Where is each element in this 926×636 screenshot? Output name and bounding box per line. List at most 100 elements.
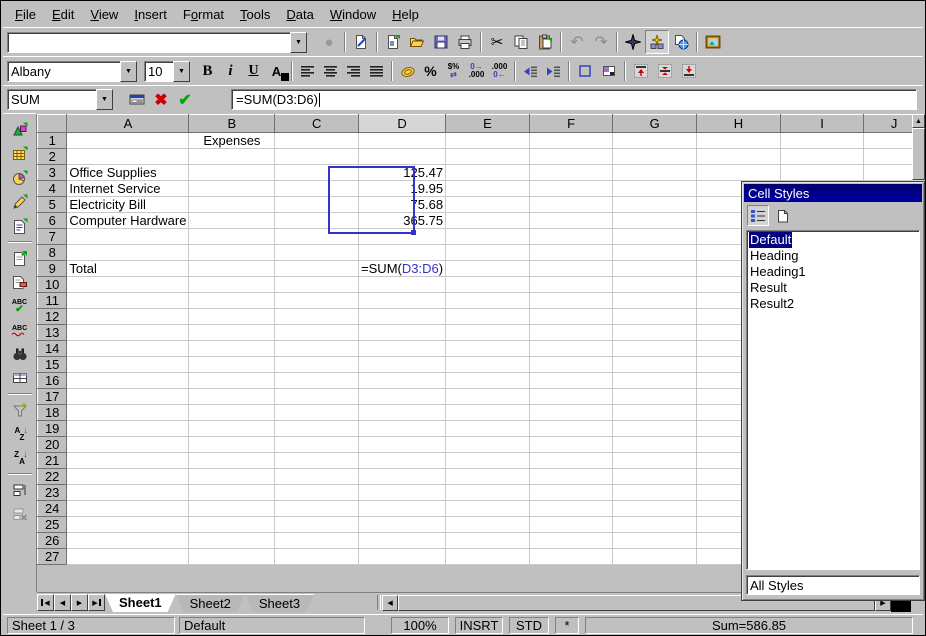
percent-format-icon[interactable]: %: [419, 59, 442, 83]
row-header-4[interactable]: 4: [38, 181, 67, 197]
cell-D14[interactable]: [359, 341, 446, 357]
sum-panel[interactable]: Sum=586.85: [585, 617, 913, 634]
cell-B14[interactable]: [189, 341, 275, 357]
cell-B10[interactable]: [189, 277, 275, 293]
menu-item-view[interactable]: View: [82, 5, 126, 24]
row-header-11[interactable]: 11: [38, 293, 67, 309]
cell-C9[interactable]: [275, 261, 359, 277]
cell-D10[interactable]: [359, 277, 446, 293]
cell-D11[interactable]: [359, 293, 446, 309]
row-header-12[interactable]: 12: [38, 309, 67, 325]
cell-A25[interactable]: [67, 517, 189, 533]
cell-D7[interactable]: [359, 229, 446, 245]
cell-C1[interactable]: [275, 133, 359, 149]
cell-E12[interactable]: [446, 309, 530, 325]
justify-icon[interactable]: [365, 59, 388, 83]
autofilter-icon[interactable]: [7, 398, 33, 422]
menu-item-window[interactable]: Window: [322, 5, 384, 24]
cell-D22[interactable]: [359, 469, 446, 485]
cell-F26[interactable]: [529, 533, 613, 549]
cell-C12[interactable]: [275, 309, 359, 325]
cell-E19[interactable]: [446, 421, 530, 437]
cell-G13[interactable]: [613, 325, 697, 341]
cell-G14[interactable]: [613, 341, 697, 357]
cell-F22[interactable]: [529, 469, 613, 485]
cell-F11[interactable]: [529, 293, 613, 309]
cell-F12[interactable]: [529, 309, 613, 325]
cell-B6[interactable]: [189, 213, 275, 229]
cell-E15[interactable]: [446, 357, 530, 373]
row-header-22[interactable]: 22: [38, 469, 67, 485]
ungroup-icon[interactable]: [7, 502, 33, 526]
url-combobox[interactable]: ▼: [7, 32, 307, 53]
cell-D23[interactable]: [359, 485, 446, 501]
cell-E13[interactable]: [446, 325, 530, 341]
insert-image-icon[interactable]: [701, 30, 725, 54]
cancel-icon[interactable]: ✖: [149, 88, 173, 112]
cell-H3[interactable]: [697, 165, 781, 181]
cell-E24[interactable]: [446, 501, 530, 517]
cell-G10[interactable]: [613, 277, 697, 293]
cell-F9[interactable]: [529, 261, 613, 277]
menu-item-edit[interactable]: Edit: [44, 5, 82, 24]
row-header-26[interactable]: 26: [38, 533, 67, 549]
column-header-B[interactable]: B: [189, 115, 275, 133]
cell-C24[interactable]: [275, 501, 359, 517]
cell-D3[interactable]: 125.47: [359, 165, 446, 181]
paste-icon[interactable]: [533, 30, 557, 54]
cell-C11[interactable]: [275, 293, 359, 309]
last-sheet-button[interactable]: ▶: [88, 594, 105, 611]
cell-D26[interactable]: [359, 533, 446, 549]
font-size-dropdown-button[interactable]: ▼: [173, 61, 190, 82]
cell-C27[interactable]: [275, 549, 359, 565]
font-color-icon[interactable]: A: [265, 59, 288, 83]
cell-F18[interactable]: [529, 405, 613, 421]
name-box-dropdown-button[interactable]: ▼: [96, 89, 113, 110]
cell-E3[interactable]: [446, 165, 530, 181]
cell-G20[interactable]: [613, 437, 697, 453]
cell-A19[interactable]: [67, 421, 189, 437]
column-header-F[interactable]: F: [529, 115, 613, 133]
function-wizard-icon[interactable]: [125, 88, 149, 112]
column-header-D[interactable]: D: [359, 115, 446, 133]
cell-F21[interactable]: [529, 453, 613, 469]
background-color-icon[interactable]: [597, 59, 621, 83]
cell-D25[interactable]: [359, 517, 446, 533]
cell-C5[interactable]: [275, 197, 359, 213]
cell-F25[interactable]: [529, 517, 613, 533]
cell-D5[interactable]: 75.68: [359, 197, 446, 213]
cell-A6[interactable]: Computer Hardware: [67, 213, 189, 229]
cell-D13[interactable]: [359, 325, 446, 341]
column-header-E[interactable]: E: [446, 115, 530, 133]
cell-E18[interactable]: [446, 405, 530, 421]
cell-E9[interactable]: [446, 261, 530, 277]
stylist-icon[interactable]: [645, 30, 669, 54]
menu-item-data[interactable]: Data: [278, 5, 321, 24]
cell-F5[interactable]: [529, 197, 613, 213]
name-box-combobox[interactable]: ▼: [7, 89, 113, 110]
cell-D21[interactable]: [359, 453, 446, 469]
align-bottom-icon[interactable]: [677, 59, 701, 83]
gallery-icon[interactable]: [669, 30, 693, 54]
url-dropdown-button[interactable]: ▼: [290, 32, 307, 53]
cell-C23[interactable]: [275, 485, 359, 501]
cell-C7[interactable]: [275, 229, 359, 245]
cell-F15[interactable]: [529, 357, 613, 373]
formula-input-line[interactable]: =SUM(D3:D6): [231, 89, 917, 110]
cell-E20[interactable]: [446, 437, 530, 453]
cell-C15[interactable]: [275, 357, 359, 373]
cell-C26[interactable]: [275, 533, 359, 549]
cut-icon[interactable]: ✂: [485, 30, 509, 54]
cell-B24[interactable]: [189, 501, 275, 517]
insert-cells-icon[interactable]: [7, 142, 33, 166]
cell-D27[interactable]: [359, 549, 446, 565]
previous-sheet-button[interactable]: ◀: [54, 594, 71, 611]
row-header-14[interactable]: 14: [38, 341, 67, 357]
row-header-24[interactable]: 24: [38, 501, 67, 517]
cell-G5[interactable]: [613, 197, 697, 213]
cell-F17[interactable]: [529, 389, 613, 405]
cell-C3[interactable]: [275, 165, 359, 181]
spellcheck-icon[interactable]: ABC✔: [7, 294, 33, 318]
align-right-icon[interactable]: [342, 59, 365, 83]
cell-B5[interactable]: [189, 197, 275, 213]
